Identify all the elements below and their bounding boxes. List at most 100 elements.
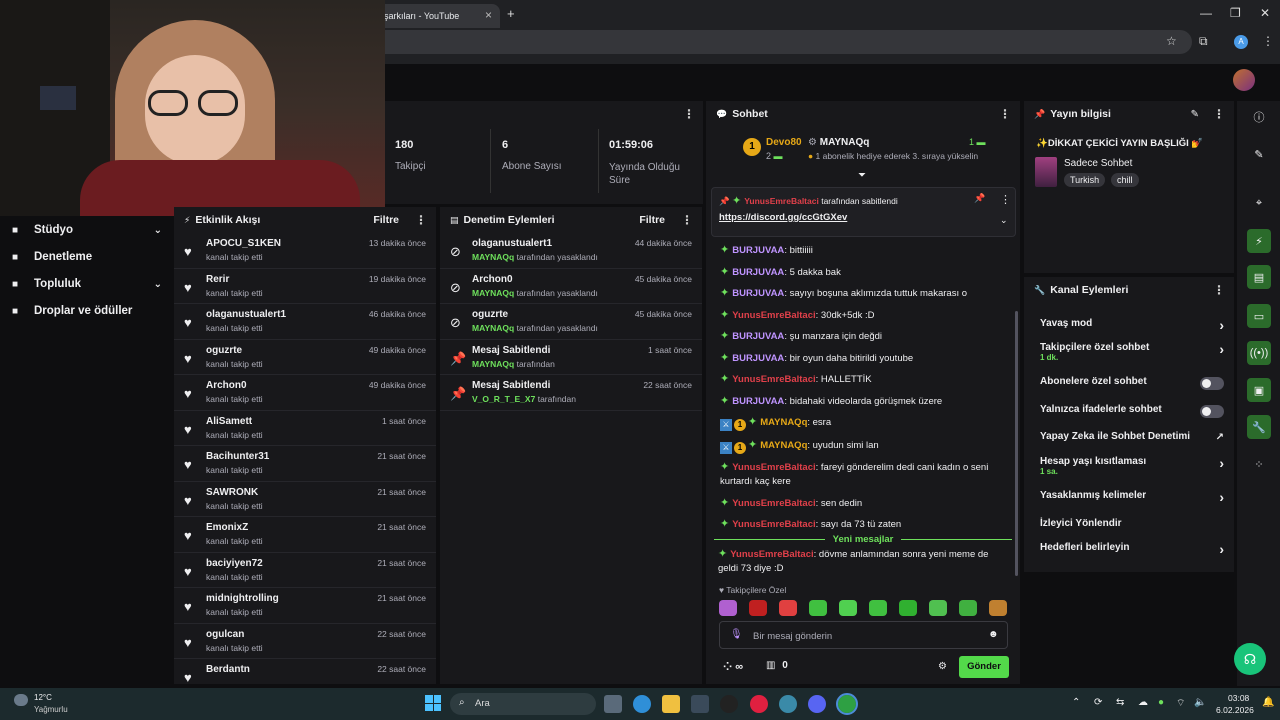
activity-row[interactable]: ♥ Archon0 kanalı takip etti 49 dakika ön…	[174, 375, 436, 411]
channel-action-row[interactable]: Abonelere özel sohbet	[1024, 371, 1234, 395]
nav-item-3[interactable]: ■ Droplar ve ödüller	[12, 301, 162, 321]
tag-turkish[interactable]: Turkish	[1064, 173, 1106, 187]
clock-time[interactable]: 03:08	[1228, 693, 1249, 703]
emote-icon[interactable]	[869, 600, 887, 616]
clock-date[interactable]: 6.02.2026	[1216, 705, 1254, 715]
activity-row[interactable]: ♥ AliSamett kanalı takip etti 1 saat önc…	[174, 411, 436, 446]
user-avatar[interactable]	[1233, 69, 1255, 91]
activity-username[interactable]: olaganustualert1	[206, 309, 286, 320]
bookmark-star-icon[interactable]: ☆	[1166, 34, 1177, 48]
taskbar-search[interactable]: ⌕ Ara	[450, 693, 596, 715]
activity-row[interactable]: ♥ midnightrolling kanalı takip etti 21 s…	[174, 588, 436, 624]
focus-icon[interactable]: ⌖	[1247, 191, 1271, 215]
activity-username[interactable]: Archon0	[206, 380, 247, 391]
onedrive-icon[interactable]: ☁	[1138, 697, 1148, 708]
moderation-target[interactable]: Mesaj Sabitlendi	[472, 380, 550, 391]
weather-icon[interactable]	[14, 694, 28, 706]
profile-avatar[interactable]: A	[1234, 35, 1248, 49]
chat-username[interactable]: BURJUVAA	[732, 396, 784, 407]
community-points-icon[interactable]: ⁘ ∞	[723, 660, 743, 673]
github-icon[interactable]	[720, 695, 738, 713]
emoji-picker-icon[interactable]: ☻	[988, 629, 999, 640]
tray-chevron-icon[interactable]: ⌃	[1072, 697, 1080, 708]
activity-filter-button[interactable]: Filtre	[373, 214, 399, 226]
nav-item-0[interactable]: ■ Stüdyo ⌄	[12, 220, 162, 240]
chat-username[interactable]: YunusEmreBaltaci	[732, 462, 815, 473]
chat-username[interactable]: BURJUVAA	[732, 267, 784, 278]
tray-sync-icon[interactable]: ⟳	[1094, 697, 1102, 708]
new-tab-button[interactable]: +	[507, 6, 515, 21]
address-bar[interactable]	[372, 30, 1192, 54]
external-link-icon[interactable]: ↗	[1216, 432, 1224, 443]
mic-icon[interactable]: 🎙	[730, 629, 743, 640]
leader2-name[interactable]: ⚙ MAYNAQq	[808, 137, 869, 148]
channel-action-row[interactable]: Hedefleri belirleyin ›	[1024, 537, 1234, 561]
browser-app-icon[interactable]	[779, 695, 797, 713]
community-tool-icon[interactable]: ⁘	[1247, 452, 1271, 476]
channel-action-row[interactable]: Yapay Zeka ile Sohbet Denetimi ↗	[1024, 426, 1234, 450]
activity-username[interactable]: baciyiyen72	[206, 558, 263, 569]
channel-actions-menu-icon[interactable]: ⋮	[1213, 283, 1225, 297]
activity-menu-icon[interactable]: ⋮	[415, 213, 427, 227]
extensions-icon[interactable]: ⧉	[1199, 34, 1208, 49]
moderation-row[interactable]: ⊘ olaganustualert1 MAYNAQq tarafından ya…	[440, 233, 702, 269]
category-name[interactable]: Sadece Sohbet	[1064, 158, 1132, 169]
chat-settings-icon[interactable]: ⚙	[938, 661, 947, 672]
discord-icon[interactable]	[808, 695, 826, 713]
channel-action-row[interactable]: Yalnızca ifadelerle sohbet	[1024, 399, 1234, 423]
chevron-right-icon[interactable]: ›	[1219, 341, 1224, 357]
emote-icon[interactable]	[899, 600, 917, 616]
pencil-icon[interactable]: ✎	[1247, 142, 1271, 166]
activity-username[interactable]: Rerir	[206, 274, 229, 285]
chat-dock-icon[interactable]: ▭	[1247, 304, 1271, 328]
activity-row[interactable]: ♥ Berdantn 22 saat önce	[174, 659, 436, 684]
moderation-row[interactable]: 📌 Mesaj Sabitlendi MAYNAQq tarafından 1 …	[440, 340, 702, 375]
moderation-row[interactable]: ⊘ oguzrte MAYNAQq tarafından yasaklandı …	[440, 304, 702, 340]
emote-icon[interactable]	[839, 600, 857, 616]
channel-action-row[interactable]: Takipçilere özel sohbet 1 dk. ›	[1024, 337, 1234, 367]
tab-close-icon[interactable]: ×	[485, 8, 492, 22]
moderation-target[interactable]: Mesaj Sabitlendi	[472, 345, 550, 356]
browser-tab[interactable]: şarkıları - YouTube ×	[372, 4, 500, 28]
emote-icon[interactable]	[959, 600, 977, 616]
chat-username[interactable]: BURJUVAA	[732, 245, 784, 256]
info-icon[interactable]: ⓘ	[1247, 105, 1271, 129]
activity-row[interactable]: ♥ SAWRONK kanalı takip etti 21 saat önce	[174, 482, 436, 517]
moderation-target[interactable]: oguzrte	[472, 309, 508, 320]
broadcast-icon[interactable]: ((•))	[1247, 341, 1271, 365]
chevron-right-icon[interactable]: ›	[1219, 489, 1224, 505]
pinned-menu-icon[interactable]: ⋮	[1000, 193, 1011, 206]
chevron-right-icon[interactable]: ›	[1219, 455, 1224, 471]
file-explorer-icon[interactable]	[662, 695, 680, 713]
chevron-right-icon[interactable]: ›	[1219, 541, 1224, 557]
activity-username[interactable]: Bacihunter31	[206, 451, 269, 462]
activity-row[interactable]: ♥ APOCU_S1KEN kanalı takip etti 13 dakik…	[174, 233, 436, 269]
toggle-switch[interactable]	[1200, 377, 1224, 390]
activity-row[interactable]: ♥ oguzrte kanalı takip etti 49 dakika ön…	[174, 340, 436, 375]
wrench-tool-icon[interactable]: 🔧	[1247, 415, 1271, 439]
activity-row[interactable]: ♥ EmonixZ kanalı takip etti 21 saat önce	[174, 517, 436, 553]
activity-username[interactable]: APOCU_S1KEN	[206, 238, 281, 249]
nav-item-2[interactable]: ■ Topluluk ⌄	[12, 274, 162, 294]
toggle-switch[interactable]	[1200, 405, 1224, 418]
activity-username[interactable]: oguzrte	[206, 345, 242, 356]
emote-icon[interactable]	[719, 600, 737, 616]
chat-scrollbar[interactable]	[1015, 311, 1018, 576]
maximize-icon[interactable]: ❐	[1230, 6, 1241, 20]
store-app-icon[interactable]	[691, 695, 709, 713]
notifications-icon[interactable]: 🔔	[1262, 697, 1274, 708]
tray-app-icon[interactable]: ⇆	[1116, 697, 1124, 708]
chevron-down-icon[interactable]: ⌄	[154, 225, 162, 236]
chat-username[interactable]: YunusEmreBaltaci	[732, 374, 815, 385]
activity-row[interactable]: ♥ ogulcan kanalı takip etti 22 saat önce	[174, 624, 436, 659]
chevron-right-icon[interactable]: ›	[1219, 317, 1224, 333]
chevron-down-icon[interactable]: ⌄	[154, 279, 162, 290]
activity-username[interactable]: SAWRONK	[206, 487, 258, 498]
moderation-target[interactable]: Archon0	[472, 274, 513, 285]
nav-item-1[interactable]: ■ Denetleme	[12, 247, 162, 267]
chrome-icon[interactable]	[836, 693, 858, 715]
channel-action-row[interactable]: Hesap yaşı kısıtlaması 1 sa. ›	[1024, 451, 1234, 481]
expand-pinned-icon[interactable]: ⌄	[1000, 215, 1008, 226]
channel-action-row[interactable]: Yavaş mod ›	[1024, 313, 1234, 337]
minimize-icon[interactable]: —	[1200, 6, 1212, 20]
